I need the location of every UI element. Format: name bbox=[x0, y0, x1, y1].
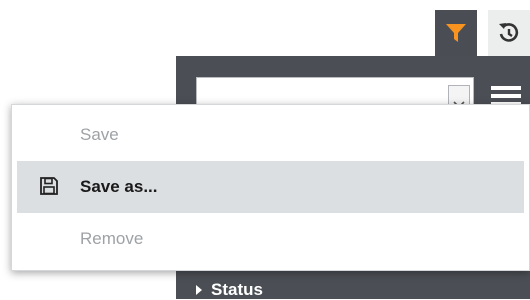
history-button[interactable] bbox=[488, 10, 530, 56]
history-icon bbox=[499, 23, 519, 42]
status-label: Status bbox=[211, 280, 263, 299]
save-menu: Save Save as... Remove bbox=[11, 104, 530, 271]
status-section-toggle[interactable]: Status bbox=[196, 280, 263, 299]
menu-item-remove[interactable]: Remove bbox=[17, 213, 524, 265]
filter-icon bbox=[446, 24, 466, 42]
menu-item-save[interactable]: Save bbox=[17, 109, 524, 161]
menu-item-label: Save bbox=[80, 125, 119, 144]
menu-icon[interactable] bbox=[491, 86, 521, 106]
floppy-disk-icon bbox=[40, 177, 58, 195]
menu-item-label: Remove bbox=[80, 229, 144, 248]
menu-item-label: Save as... bbox=[80, 177, 158, 196]
menu-item-save-as[interactable]: Save as... bbox=[17, 161, 524, 213]
caret-right-icon bbox=[196, 285, 202, 295]
filter-button[interactable] bbox=[435, 10, 477, 56]
